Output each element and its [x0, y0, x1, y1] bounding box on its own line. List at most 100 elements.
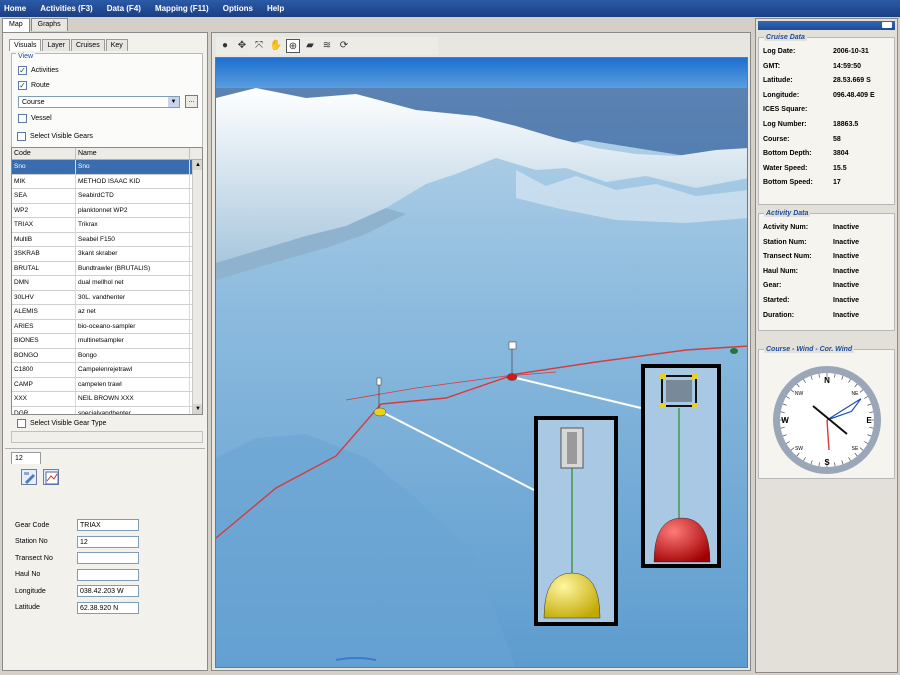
table-row[interactable]: BRUTAL Bundtrawler (BRUTALIS)	[12, 261, 202, 276]
ship-icon[interactable]: ▰	[303, 39, 317, 53]
table-row[interactable]: BIONES multinetsampler	[12, 334, 202, 349]
tab-map[interactable]: Map	[2, 18, 30, 32]
gear-name-cell: az net	[76, 305, 190, 319]
gear-name-cell: Bongo	[76, 348, 190, 362]
rotate-icon[interactable]: ⤧	[252, 39, 266, 53]
menu-activities[interactable]: Activities (F3)	[40, 4, 92, 13]
table-row[interactable]: 30LHV 30L. vandhenter	[12, 290, 202, 305]
menu-help[interactable]: Help	[267, 4, 284, 13]
globe-icon[interactable]: ●	[218, 39, 232, 53]
table-row[interactable]: MIK METHOD ISAAC KID	[12, 174, 202, 189]
edit-icon[interactable]	[21, 469, 37, 485]
cruise-data-row: Latitude: 28.53.669 S	[763, 77, 893, 84]
field-label: Bottom Depth:	[763, 150, 812, 158]
select-visible-gears-checkbox[interactable]: Select Visible Gears	[17, 132, 93, 141]
table-row[interactable]: ALEMIS az net	[12, 305, 202, 320]
detail-field-input[interactable]	[77, 552, 139, 564]
detail-field-input[interactable]: TRIAX	[77, 519, 139, 531]
field-value: 28.53.669 S	[833, 77, 871, 85]
buoy-marker-green[interactable]	[730, 348, 738, 354]
detail-field-input[interactable]: 62.38.920 N	[77, 601, 139, 614]
compass-panel: Course - Wind - Cor. Wind N S E W NE NW …	[758, 346, 895, 479]
detail-field-label: Transect No	[15, 554, 53, 562]
crosshair-icon[interactable]: ⊕	[286, 39, 300, 53]
gear-table-scrollbar[interactable]: ▲ ▼	[192, 160, 202, 414]
menu-mapping[interactable]: Mapping (F11)	[155, 4, 209, 13]
vessel-checkbox[interactable]: Vessel	[18, 114, 52, 123]
instrument-inset-yellow[interactable]	[534, 416, 618, 626]
tab-key[interactable]: Key	[105, 39, 128, 51]
buoy-marker-red[interactable]	[506, 373, 518, 381]
gear-name-cell: 3kant skraber	[76, 247, 190, 261]
field-value: 58	[833, 135, 841, 143]
pan-hand-icon[interactable]: ✋	[269, 39, 283, 53]
table-row[interactable]: SEA SeabirdCTD	[12, 189, 202, 204]
detail-field-input[interactable]: 038.42.203 W	[77, 585, 139, 597]
gear-code-cell: DGR	[12, 406, 76, 414]
menu-data[interactable]: Data (F4)	[107, 4, 141, 13]
gear-code-cell: ARIES	[12, 319, 76, 333]
table-row[interactable]: DGR specialvandhenter	[12, 406, 202, 414]
field-label: Activity Num:	[763, 224, 809, 231]
column-header-code[interactable]: Code	[12, 148, 76, 159]
detail-field-input[interactable]: 12	[77, 535, 139, 548]
buoy-marker-yellow[interactable]	[373, 407, 387, 417]
select-visible-gear-type-checkbox[interactable]: Select Visible Gear Type	[17, 419, 106, 428]
gear-code-cell: MIK	[12, 174, 76, 188]
tab-cruises[interactable]: Cruises	[70, 39, 105, 51]
menu-home[interactable]: Home	[4, 4, 26, 13]
field-label: GMT:	[763, 62, 781, 70]
table-row[interactable]: CAMP campelen trawl	[12, 377, 202, 392]
table-row[interactable]: BONGO Bongo	[12, 348, 202, 363]
layers-icon[interactable]: ≋	[320, 39, 334, 53]
chevron-down-icon[interactable]: ▼	[168, 97, 179, 107]
route-select[interactable]: Course ▼	[18, 96, 180, 108]
tab-graphs[interactable]: Graphs	[30, 18, 68, 31]
restore-icon[interactable]	[882, 22, 892, 28]
activities-checkbox[interactable]: ✓ Activities	[18, 66, 59, 75]
column-header-name[interactable]: Name	[76, 148, 190, 159]
detail-field-row: Gear Code TRIAX	[15, 519, 139, 531]
table-row[interactable]: Sno Sno	[12, 160, 202, 175]
gear-type-select[interactable]	[11, 431, 203, 443]
activity-data-row: Station Num: Inactive	[763, 239, 893, 246]
activity-data-row: Gear: Inactive	[763, 282, 893, 289]
table-row[interactable]: WP2 planktonnet WP2	[12, 203, 202, 218]
instrument-inset-red[interactable]	[641, 364, 721, 568]
table-row[interactable]: C1800 Campelenrejetrawl	[12, 363, 202, 378]
activity-data-row: Duration: Inactive	[763, 312, 893, 319]
menu-bar: Home Activities (F3) Data (F4) Mapping (…	[0, 0, 900, 17]
gear-name-cell: bio-oceano-sampler	[76, 319, 190, 333]
field-label: Station Num:	[763, 238, 807, 246]
tab-layer[interactable]: Layer	[42, 39, 70, 51]
chart-icon[interactable]	[43, 469, 59, 485]
table-row[interactable]: TRIAX Trikrax	[12, 218, 202, 233]
table-row[interactable]: 3SKRAB 3kant skraber	[12, 247, 202, 262]
field-value: 17	[833, 179, 841, 187]
table-row[interactable]: MultiB Seabel F150	[12, 232, 202, 247]
3d-map-viewport[interactable]	[215, 57, 748, 668]
cruise-data-row: Log Date: 2006-10-31	[763, 48, 893, 55]
field-value: 14:59:50	[833, 62, 862, 70]
select-visible-gear-type-label: Select Visible Gear Type	[30, 420, 107, 427]
field-value: Inactive	[833, 238, 860, 246]
field-label: Bottom Speed:	[763, 179, 813, 187]
menu-options[interactable]: Options	[223, 4, 253, 13]
gear-table-body: Sno Sno MIK METHOD ISAAC KID SEA SeabirdCTD WP…	[12, 160, 202, 414]
refresh-icon[interactable]: ⟳	[337, 39, 351, 53]
table-row[interactable]: DMN dual mellhol net	[12, 276, 202, 291]
cruise-data-row: GMT: 14:59:50	[763, 63, 893, 70]
route-checkbox[interactable]: ✓ Route	[18, 81, 50, 90]
tab-visuals[interactable]: Visuals	[9, 39, 42, 51]
detail-field-input[interactable]	[77, 568, 139, 581]
scroll-up-icon[interactable]: ▲	[193, 160, 202, 170]
cruise-data-row: Course: 58	[763, 136, 893, 143]
scroll-down-icon[interactable]: ▼	[193, 404, 202, 414]
route-browse-button[interactable]: ...	[185, 95, 198, 108]
table-row[interactable]: ARIES bio-oceano-sampler	[12, 319, 202, 334]
table-row[interactable]: XXX NEIL BROWN XXX	[12, 392, 202, 407]
move-icon[interactable]: ✥	[235, 39, 249, 53]
compass-label-e: E	[866, 416, 872, 425]
gear-code-cell: ALEMIS	[12, 305, 76, 319]
tab-station-12[interactable]: 12	[11, 452, 41, 464]
